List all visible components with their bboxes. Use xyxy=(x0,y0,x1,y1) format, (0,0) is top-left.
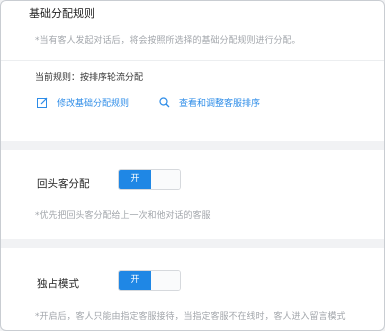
returning-customer-toggle[interactable]: 开 xyxy=(118,169,181,190)
edit-basic-rule-label: 修改基础分配规则 xyxy=(57,99,130,109)
returning-customer-card: 回头客分配 开 *优先把回头客分配给上一次和他对话的客服 xyxy=(1,150,384,239)
search-icon xyxy=(159,97,170,108)
basic-rule-description: *当有客人发起对话后，将会按照所选择的基础分配规则进行分配。 xyxy=(35,36,301,46)
view-agent-order-link[interactable]: 查看和调整客服排序 xyxy=(159,96,260,109)
basic-rule-title: 基础分配规则 xyxy=(29,7,95,20)
toggle-on-label: 开 xyxy=(119,271,151,290)
exclusive-mode-label: 独占模式 xyxy=(37,278,79,290)
toggle-on-label: 开 xyxy=(119,170,151,189)
toggle-knob xyxy=(151,271,180,290)
exclusive-mode-description: *开启后，客人只能由指定客服接待，当指定客服不在线时，客人进入留言模式 xyxy=(35,312,346,322)
edit-icon xyxy=(37,97,48,108)
current-rule-text: 当前规则：按排序轮流分配 xyxy=(35,73,144,83)
edit-basic-rule-link[interactable]: 修改基础分配规则 xyxy=(37,96,129,109)
basic-rule-card: 基础分配规则 *当有客人发起对话后，将会按照所选择的基础分配规则进行分配。 当前… xyxy=(1,0,384,141)
returning-customer-description: *优先把回头客分配给上一次和他对话的客服 xyxy=(35,211,211,221)
divider xyxy=(1,60,384,61)
exclusive-mode-card: 独占模式 开 *开启后，客人只能由指定客服接待，当指定客服不在线时，客人进入留言… xyxy=(1,248,384,330)
toggle-knob xyxy=(151,170,180,189)
view-agent-order-label: 查看和调整客服排序 xyxy=(179,99,261,109)
returning-customer-label: 回头客分配 xyxy=(37,178,90,190)
exclusive-mode-toggle[interactable]: 开 xyxy=(118,270,181,291)
